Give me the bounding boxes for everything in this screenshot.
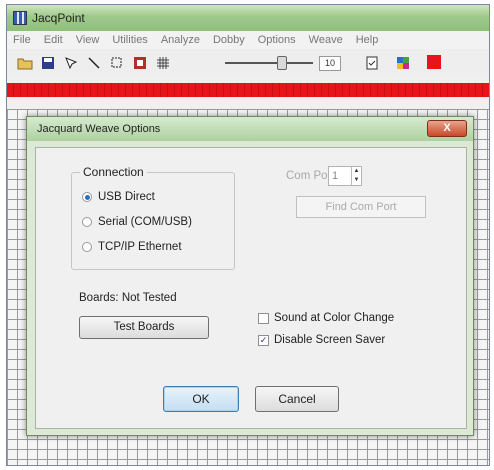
test-boards-button[interactable]: Test Boards <box>79 316 209 339</box>
menu-bar: File Edit View Utilities Analyze Dobby O… <box>7 31 489 49</box>
jacqpoint-app-icon <box>13 11 27 25</box>
menu-utilities[interactable]: Utilities <box>112 34 147 46</box>
checkbox-label: Sound at Color Change <box>274 312 395 324</box>
spinner-arrows-icon[interactable]: ▲ ▼ <box>351 167 361 185</box>
jacquard-weave-options-dialog: Jacquard Weave Options X Connection USB … <box>26 116 474 436</box>
palette-icon[interactable] <box>395 55 411 71</box>
radio-usb-direct[interactable]: USB Direct <box>82 191 155 203</box>
connection-legend: Connection <box>80 165 147 179</box>
radio-unselected-icon <box>82 217 92 227</box>
save-icon[interactable] <box>40 55 56 71</box>
window-title: JacqPoint <box>32 11 85 25</box>
checkbox-checked-icon: ✓ <box>258 334 269 346</box>
menu-help[interactable]: Help <box>356 34 379 46</box>
find-com-port-button[interactable]: Find Com Port <box>296 196 426 218</box>
dialog-titlebar[interactable]: Jacquard Weave Options X <box>27 117 473 141</box>
pattern-icon[interactable] <box>132 55 148 71</box>
toolbar: 10 <box>7 49 489 77</box>
com-port-value: 1 <box>332 170 339 182</box>
radio-label: Serial (COM/USB) <box>98 216 192 228</box>
com-port-spinner[interactable]: 1 ▲ ▼ <box>328 166 362 186</box>
connection-groupbox: Connection USB Direct Serial (COM/USB) T… <box>71 165 235 270</box>
radio-unselected-icon <box>82 242 92 252</box>
radio-tcpip[interactable]: TCP/IP Ethernet <box>82 241 182 253</box>
window-titlebar[interactable]: JacqPoint <box>7 5 489 31</box>
checkbox-sound-color-change[interactable]: Sound at Color Change <box>258 312 394 324</box>
ok-button[interactable]: OK <box>163 386 239 412</box>
menu-view[interactable]: View <box>76 34 100 46</box>
zoom-value-field[interactable]: 10 <box>319 56 341 71</box>
zoom-slider-thumb[interactable] <box>277 56 287 70</box>
dialog-close-button[interactable]: X <box>427 120 467 137</box>
menu-options[interactable]: Options <box>258 34 296 46</box>
line-icon[interactable] <box>86 55 102 71</box>
dialog-body: Connection USB Direct Serial (COM/USB) T… <box>35 147 467 429</box>
menu-analyze[interactable]: Analyze <box>161 34 200 46</box>
menu-weave[interactable]: Weave <box>309 34 343 46</box>
menu-dobby[interactable]: Dobby <box>213 34 245 46</box>
document-icon[interactable] <box>364 55 380 71</box>
pointer-icon[interactable] <box>63 55 79 71</box>
dialog-title: Jacquard Weave Options <box>37 123 161 135</box>
radio-label: USB Direct <box>98 191 155 203</box>
radio-label: TCP/IP Ethernet <box>98 241 182 253</box>
zoom-slider-track[interactable] <box>225 62 313 64</box>
menu-edit[interactable]: Edit <box>44 34 63 46</box>
checkbox-unchecked-icon <box>258 312 269 324</box>
checkbox-disable-screen-saver[interactable]: ✓ Disable Screen Saver <box>258 334 385 346</box>
select-icon[interactable] <box>109 55 125 71</box>
boards-status-text: Boards: Not Tested <box>79 292 177 304</box>
stop-color-icon[interactable] <box>427 55 441 69</box>
grid-icon[interactable] <box>155 55 171 71</box>
checkbox-label: Disable Screen Saver <box>274 334 386 346</box>
color-sequence-bar[interactable] <box>7 83 489 97</box>
radio-selected-icon <box>82 192 92 202</box>
cancel-button[interactable]: Cancel <box>255 386 339 412</box>
menu-file[interactable]: File <box>13 34 31 46</box>
radio-serial[interactable]: Serial (COM/USB) <box>82 216 192 228</box>
open-folder-icon[interactable] <box>17 55 33 71</box>
